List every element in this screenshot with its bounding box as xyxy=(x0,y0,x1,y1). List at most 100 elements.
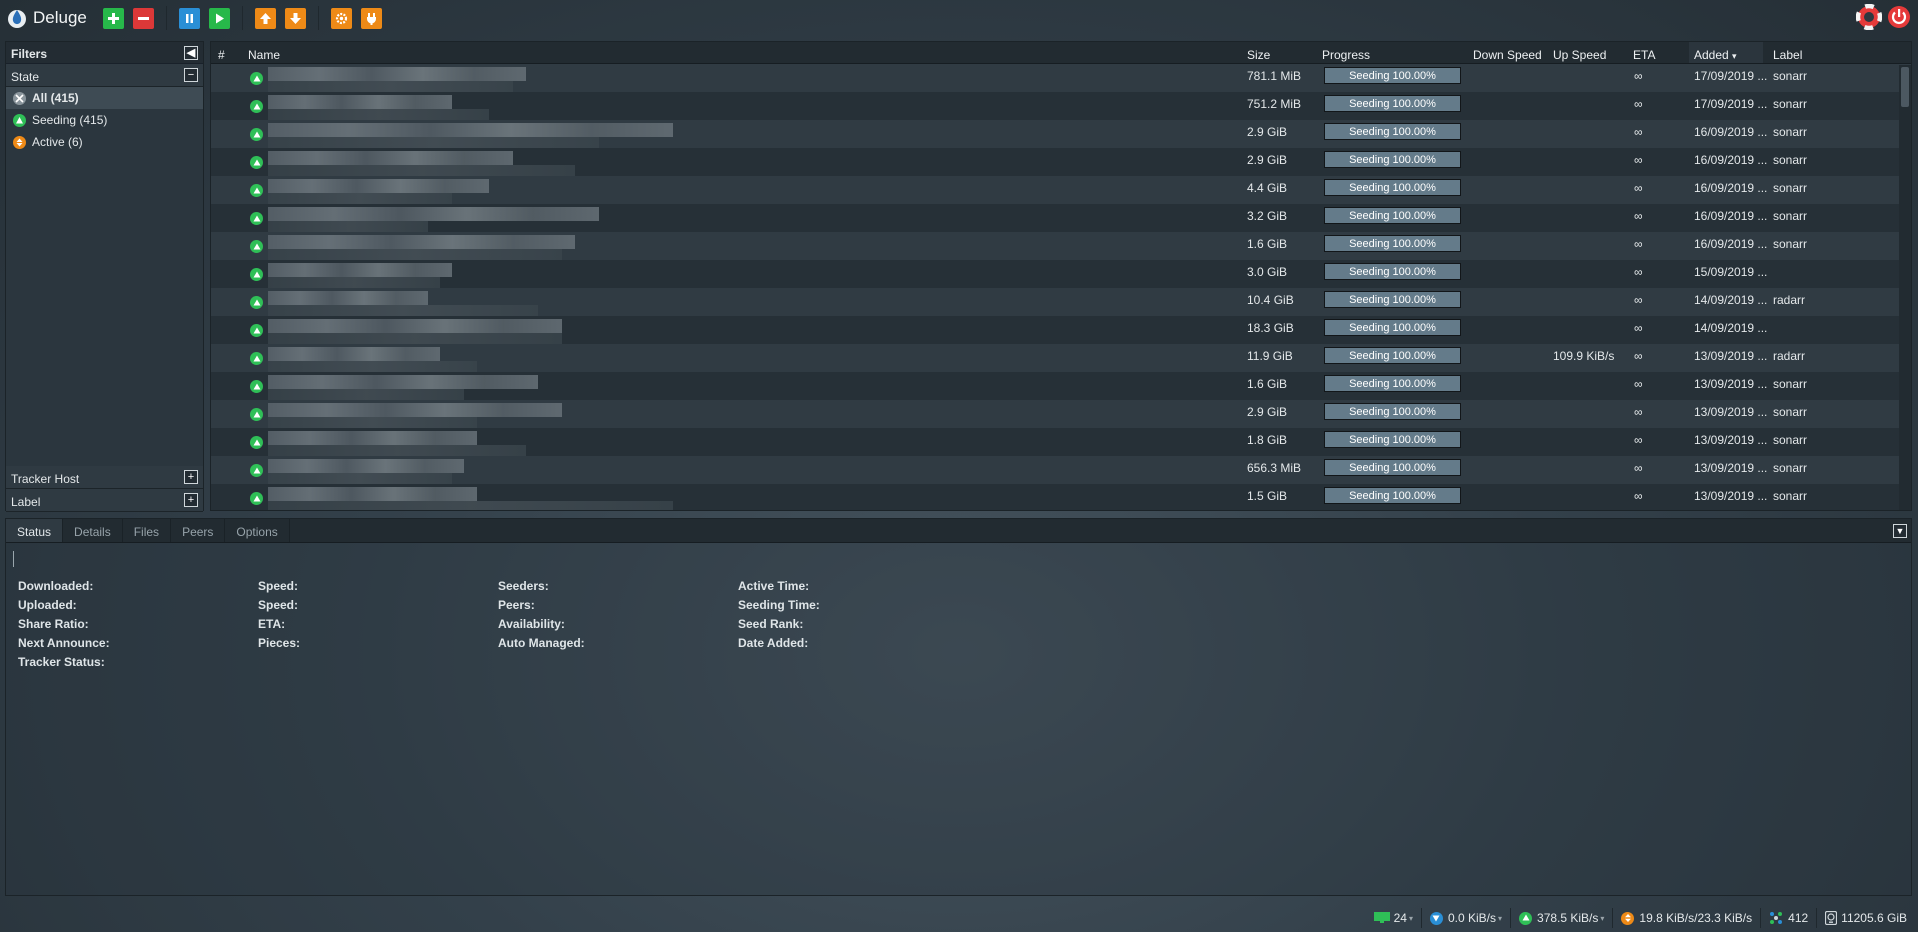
torrent-name-redacted xyxy=(268,207,599,221)
table-row[interactable]: 3.2 GiB Seeding 100.00% ∞ 16/09/2019 ... son… xyxy=(211,204,1911,232)
progress-bar: Seeding 100.00% xyxy=(1324,95,1461,112)
table-row[interactable]: 1.6 GiB Seeding 100.00% ∞ 13/09/2019 ... son… xyxy=(211,372,1911,400)
tab-peers[interactable]: Peers xyxy=(171,519,226,542)
column-header-added-label: Added xyxy=(1694,48,1729,62)
remove-icon xyxy=(137,16,149,20)
cell-added: 17/09/2019 ... xyxy=(1694,69,1768,83)
table-row[interactable]: 751.2 MiB Seeding 100.00% ∞ 17/09/2019 ... s… xyxy=(211,92,1911,120)
logout-icon[interactable] xyxy=(1886,4,1912,30)
seeding-status-icon xyxy=(250,184,263,197)
torrent-name-redacted xyxy=(268,109,489,120)
upload-speed: 378.5 KiB/s xyxy=(1537,911,1599,925)
torrent-name-redacted xyxy=(268,81,513,92)
preferences-button[interactable] xyxy=(330,7,352,29)
grid-scrollbar[interactable] xyxy=(1899,65,1911,510)
progress-bar: Seeding 100.00% xyxy=(1324,207,1461,224)
filter-item-label: Seeding (415) xyxy=(32,113,108,127)
column-header-progress[interactable]: Progress xyxy=(1322,48,1370,62)
filter-item-seeding[interactable]: Seeding (415) xyxy=(6,109,203,131)
table-row[interactable]: 656.3 MiB Seeding 100.00% ∞ 13/09/2019 ... s… xyxy=(211,456,1911,484)
cell-eta: ∞ xyxy=(1634,125,1643,139)
column-header-down-speed[interactable]: Down Speed xyxy=(1473,48,1542,62)
expand-section-icon[interactable]: + xyxy=(184,470,198,484)
progress-text: Seeding 100.00% xyxy=(1349,266,1436,278)
scrollbar-thumb[interactable] xyxy=(1901,67,1909,107)
table-row[interactable]: 2.9 GiB Seeding 100.00% ∞ 16/09/2019 ... son… xyxy=(211,120,1911,148)
queue-down-icon xyxy=(289,12,301,24)
column-header-size[interactable]: Size xyxy=(1247,48,1270,62)
tracker-host-section-header[interactable]: Tracker Host + xyxy=(6,466,203,489)
active-icon xyxy=(13,135,26,149)
column-header-eta[interactable]: ETA xyxy=(1633,48,1655,62)
traffic-icon xyxy=(1621,911,1635,925)
cell-label: sonarr xyxy=(1773,125,1808,139)
torrent-name-redacted xyxy=(268,235,575,249)
status-field-label: Availability: xyxy=(498,617,565,631)
column-header-label[interactable]: Label xyxy=(1773,48,1802,62)
torrent-name-redacted xyxy=(268,445,526,456)
status-field-label: Peers: xyxy=(498,598,535,612)
filters-title: Filters xyxy=(11,47,48,61)
toolbar-separator xyxy=(165,6,167,30)
state-section-header[interactable]: State − xyxy=(6,64,203,87)
collapse-section-icon[interactable]: − xyxy=(184,68,198,82)
help-icon[interactable] xyxy=(1856,4,1882,30)
filter-item-active[interactable]: Active (6) xyxy=(6,131,203,153)
seeding-status-icon xyxy=(250,240,263,253)
table-row[interactable]: 2.9 GiB Seeding 100.00% ∞ 13/09/2019 ... son… xyxy=(211,400,1911,428)
cell-label: sonarr xyxy=(1773,181,1808,195)
status-progress-bar xyxy=(13,551,14,567)
table-row[interactable]: 1.8 GiB Seeding 100.00% ∞ 13/09/2019 ... son… xyxy=(211,428,1911,456)
cell-added: 14/09/2019 ... xyxy=(1694,293,1768,307)
column-header-up-speed[interactable]: Up Speed xyxy=(1553,48,1606,62)
tab-files[interactable]: Files xyxy=(123,519,172,542)
table-row[interactable]: 4.4 GiB Seeding 100.00% ∞ 16/09/2019 ... son… xyxy=(211,176,1911,204)
resume-icon xyxy=(215,13,224,23)
label-section-header[interactable]: Label + xyxy=(6,489,203,512)
cell-size: 18.3 GiB xyxy=(1247,321,1294,335)
torrent-name-redacted xyxy=(268,95,452,109)
app-title: Deluge xyxy=(33,8,87,27)
table-row[interactable]: 1.5 GiB Seeding 100.00% ∞ 13/09/2019 ... son… xyxy=(211,484,1911,510)
upload-speed-indicator[interactable]: 378.5 KiB/s ▾ xyxy=(1510,908,1612,928)
download-speed-indicator[interactable]: 0.0 KiB/s ▾ xyxy=(1420,908,1510,928)
collapse-down-icon[interactable]: ▼ xyxy=(1893,524,1907,538)
resume-button[interactable] xyxy=(208,7,230,29)
progress-text: Seeding 100.00% xyxy=(1349,126,1436,138)
column-header-name[interactable]: Name xyxy=(248,48,280,62)
table-row[interactable]: 10.4 GiB Seeding 100.00% ∞ 14/09/2019 ... ra… xyxy=(211,288,1911,316)
protocol-traffic: 19.8 KiB/s/23.3 KiB/s xyxy=(1639,911,1753,925)
connections-indicator[interactable]: 24 ▾ xyxy=(1366,908,1421,928)
tab-options[interactable]: Options xyxy=(225,519,290,542)
table-row[interactable]: 18.3 GiB Seeding 100.00% ∞ 14/09/2019 ... xyxy=(211,316,1911,344)
queue-up-button[interactable] xyxy=(254,7,276,29)
tab-status[interactable]: Status xyxy=(6,519,64,542)
table-row[interactable]: 781.1 MiB Seeding 100.00% ∞ 17/09/2019 ... s… xyxy=(211,64,1911,92)
table-row[interactable]: 11.9 GiB Seeding 100.00% 109.9 KiB/s ∞ 13/09… xyxy=(211,344,1911,372)
seeding-status-icon xyxy=(250,212,263,225)
collapse-left-icon[interactable]: ◀ xyxy=(184,46,198,60)
table-row[interactable]: 2.9 GiB Seeding 100.00% ∞ 16/09/2019 ... son… xyxy=(211,148,1911,176)
connection-manager-button[interactable] xyxy=(360,7,382,29)
queue-down-button[interactable] xyxy=(284,7,306,29)
cell-size: 1.8 GiB xyxy=(1247,433,1288,447)
table-row[interactable]: 1.6 GiB Seeding 100.00% ∞ 16/09/2019 ... son… xyxy=(211,232,1911,260)
column-header-added[interactable]: Added ▾ xyxy=(1689,42,1763,63)
filter-item-label: Active (6) xyxy=(32,135,83,149)
torrent-grid: # Name Size Progress Down Speed Up Speed… xyxy=(210,41,1912,511)
add-torrent-button[interactable] xyxy=(102,7,124,29)
progress-text: Seeding 100.00% xyxy=(1349,182,1436,194)
pause-button[interactable] xyxy=(178,7,200,29)
seeding-status-icon xyxy=(250,128,263,141)
seeding-status-icon xyxy=(250,296,263,309)
remove-torrent-button[interactable] xyxy=(132,7,154,29)
column-header-number[interactable]: # xyxy=(218,48,225,62)
progress-text: Seeding 100.00% xyxy=(1349,238,1436,250)
tab-details[interactable]: Details xyxy=(63,519,123,542)
cell-eta: ∞ xyxy=(1634,405,1643,419)
table-row[interactable]: 3.0 GiB Seeding 100.00% ∞ 15/09/2019 ... xyxy=(211,260,1911,288)
cell-label: sonarr xyxy=(1773,405,1808,419)
filter-item-all[interactable]: All (415) xyxy=(6,87,203,109)
expand-section-icon[interactable]: + xyxy=(184,493,198,507)
cell-added: 13/09/2019 ... xyxy=(1694,461,1768,475)
